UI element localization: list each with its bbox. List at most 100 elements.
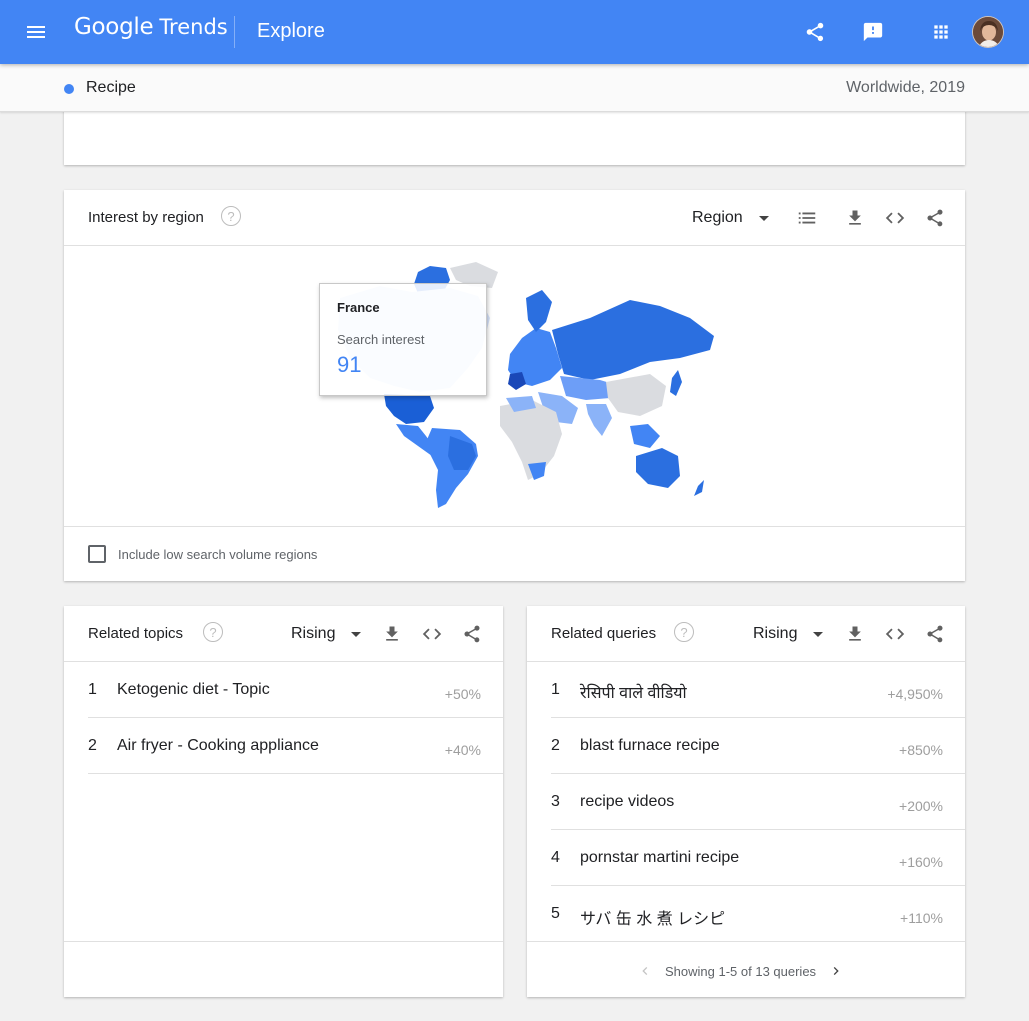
region-tooltip: France Search interest 91 [319,283,487,396]
share-icon [927,209,943,227]
google-trends-logo[interactable]: Google Trends [74,14,228,48]
pagination-label: Showing 1-5 of 13 queries [665,963,817,979]
interest-by-region-title: Interest by region [88,209,204,226]
divider [527,941,965,942]
download-button[interactable] [378,620,406,648]
apps-button[interactable] [921,12,961,52]
pagination: Showing 1-5 of 13 queries [634,960,847,982]
tooltip-metric-value: 91 [337,352,362,377]
related-queries-title: Related queries [551,625,657,642]
search-term-bar: Recipe Worldwide, 2019 [0,64,1029,112]
map-scandinavia[interactable] [526,290,552,332]
query-text[interactable]: サバ 缶 水 煮 レシピ [580,905,725,929]
map-china[interactable] [606,374,666,416]
map-japan[interactable] [670,370,682,396]
code-icon [422,628,442,640]
query-change: +4,950% [887,686,943,702]
list-item[interactable]: 1 Ketogenic diet - Topic +50% [88,662,503,718]
share-icon [464,625,480,643]
share-button[interactable] [921,620,949,648]
rank: 2 [551,737,560,754]
rank: 4 [551,849,560,866]
map-usa[interactable] [384,394,434,424]
term-label[interactable]: Recipe [86,79,136,97]
query-text[interactable]: pornstar martini recipe [580,849,739,867]
code-icon [885,628,905,640]
share-button[interactable] [921,204,949,232]
help-icon[interactable]: ? [221,206,241,226]
row-divider [88,773,503,774]
download-icon [849,210,861,225]
topics-filter-value: Rising [291,625,336,642]
menu-icon [27,26,45,38]
list-item[interactable]: 2 blast furnace recipe +850% [551,718,965,774]
list-item[interactable]: 4 pornstar martini recipe +160% [551,830,965,886]
query-text[interactable]: रेसिपी वाले वीडियो [580,681,687,703]
topics-filter-dropdown[interactable]: Rising [291,625,362,643]
list-item[interactable]: 1 रेसिपी वाले वीडियो +4,950% [551,662,965,718]
embed-button[interactable] [881,620,909,648]
resolution-dropdown[interactable]: Region [692,209,769,227]
logo-trends-text: Trends [159,15,228,39]
help-icon[interactable]: ? [203,622,223,642]
list-item[interactable]: 3 recipe videos +200% [551,774,965,830]
map-india[interactable] [586,404,612,436]
chevron-down-icon [813,631,824,637]
map-new-zealand[interactable] [694,480,704,496]
help-icon[interactable]: ? [674,622,694,642]
chevron-down-icon [351,631,362,637]
embed-button[interactable] [881,204,909,232]
tooltip-metric-label: Search interest [337,332,425,347]
map-southeast-asia[interactable] [630,424,660,448]
chevron-down-icon [758,215,769,221]
tooltip-region-name: France [337,300,380,315]
chevron-left-icon [642,967,648,975]
term-color-dot [64,84,74,94]
apps-icon [934,25,948,39]
avatar[interactable] [972,16,1004,48]
share-icon [806,22,824,42]
share-icon [927,625,943,643]
rank: 1 [88,681,97,698]
chevron-right-icon [833,967,839,975]
feedback-icon [863,22,883,42]
share-button[interactable] [795,12,835,52]
menu-button[interactable] [16,12,56,52]
low-volume-checkbox[interactable] [88,545,106,563]
page-title: Explore [257,20,325,42]
topic-change: +50% [444,686,481,702]
query-change: +110% [900,910,943,926]
queries-filter-dropdown[interactable]: Rising [753,625,824,643]
next-page-button[interactable] [825,960,847,982]
header-divider [234,16,235,48]
queries-filter-value: Rising [753,625,798,642]
list-item[interactable]: 2 Air fryer - Cooking appliance +40% [88,718,503,774]
topic-text[interactable]: Air fryer - Cooking appliance [117,737,319,755]
embed-button[interactable] [418,620,446,648]
topic-text[interactable]: Ketogenic diet - Topic [117,681,270,699]
query-text[interactable]: blast furnace recipe [580,737,720,755]
divider [64,526,965,527]
map-russia[interactable] [552,300,714,380]
resolution-value: Region [692,209,743,226]
topic-change: +40% [444,742,481,758]
rank: 1 [551,681,560,698]
low-volume-label[interactable]: Include low search volume regions [118,547,317,562]
download-button[interactable] [841,620,869,648]
logo-google-text: Google [74,14,154,40]
query-change: +850% [899,742,943,758]
query-text[interactable]: recipe videos [580,793,674,811]
share-button[interactable] [458,620,486,648]
code-icon [885,212,905,224]
list-item[interactable]: 5 サバ 缶 水 煮 レシピ +110% [551,886,965,942]
rank: 5 [551,905,560,922]
list-view-button[interactable] [793,204,821,232]
query-change: +160% [899,854,943,870]
download-button[interactable] [841,204,869,232]
feedback-button[interactable] [853,12,893,52]
download-icon [849,626,861,641]
map-australia[interactable] [636,448,680,488]
divider [64,245,965,246]
previous-page-button[interactable] [634,960,656,982]
top-app-bar: Google Trends Explore [0,0,1029,64]
